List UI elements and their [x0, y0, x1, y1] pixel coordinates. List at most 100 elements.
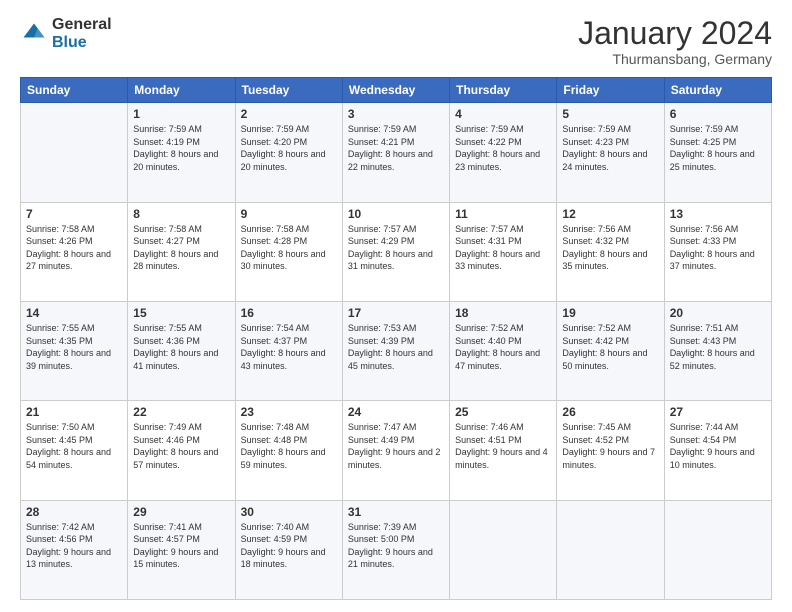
cell-4-4 [450, 500, 557, 599]
day-number-31: 31 [348, 505, 444, 519]
cell-2-5: 19 Sunrise: 7:52 AMSunset: 4:42 PMDayligh… [557, 301, 664, 400]
header-friday: Friday [557, 78, 664, 103]
day-info-22: Sunrise: 7:49 AMSunset: 4:46 PMDaylight:… [133, 421, 229, 471]
day-number-3: 3 [348, 107, 444, 121]
day-info-9: Sunrise: 7:58 AMSunset: 4:28 PMDaylight:… [241, 223, 337, 273]
day-number-10: 10 [348, 207, 444, 221]
cell-2-1: 15Sunrise: 7:55 AMSunset: 4:36 PMDayligh… [128, 301, 235, 400]
cell-2-4: 18Sunrise: 7:52 AMSunset: 4:40 PMDayligh… [450, 301, 557, 400]
cell-2-0: 14Sunrise: 7:55 AMSunset: 4:35 PMDayligh… [21, 301, 128, 400]
day-info-16: Sunrise: 7:54 AMSunset: 4:37 PMDaylight:… [241, 322, 337, 372]
header-thursday: Thursday [450, 78, 557, 103]
week-row-2: 14Sunrise: 7:55 AMSunset: 4:35 PMDayligh… [21, 301, 772, 400]
day-info-31: Sunrise: 7:39 AMSunset: 5:00 PMDaylight:… [348, 521, 444, 571]
logo-text: General Blue [52, 16, 112, 51]
calendar-table: Sunday Monday Tuesday Wednesday Thursday… [20, 77, 772, 600]
day-number-11: 11 [455, 207, 551, 221]
day-number-30: 30 [241, 505, 337, 519]
cell-1-2: 9 Sunrise: 7:58 AMSunset: 4:28 PMDaylight… [235, 202, 342, 301]
day-info-7: Sunrise: 7:58 AMSunset: 4:26 PMDaylight:… [26, 223, 122, 273]
cell-4-2: 30 Sunrise: 7:40 AMSunset: 4:59 PMDayligh… [235, 500, 342, 599]
day-number-23: 23 [241, 405, 337, 419]
day-info-19: Sunrise: 7:52 AMSunset: 4:42 PMDaylight:… [562, 322, 658, 372]
month-title: January 2024 [578, 16, 772, 51]
cell-4-1: 29Sunrise: 7:41 AMSunset: 4:57 PMDayligh… [128, 500, 235, 599]
cell-0-4: 4 Sunrise: 7:59 AMSunset: 4:22 PMDaylight… [450, 103, 557, 202]
day-number-8: 8 [133, 207, 229, 221]
cell-3-0: 21 Sunrise: 7:50 AMSunset: 4:45 PMDayligh… [21, 401, 128, 500]
cell-3-3: 24Sunrise: 7:47 AMSunset: 4:49 PMDayligh… [342, 401, 449, 500]
cell-0-5: 5 Sunrise: 7:59 AMSunset: 4:23 PMDaylight… [557, 103, 664, 202]
cell-2-6: 20 Sunrise: 7:51 AMSunset: 4:43 PMDayligh… [664, 301, 771, 400]
day-info-25: Sunrise: 7:46 AMSunset: 4:51 PMDaylight:… [455, 421, 551, 471]
day-number-27: 27 [670, 405, 766, 419]
day-info-8: Sunrise: 7:58 AMSunset: 4:27 PMDaylight:… [133, 223, 229, 273]
day-number-9: 9 [241, 207, 337, 221]
cell-4-6 [664, 500, 771, 599]
day-info-21: Sunrise: 7:50 AMSunset: 4:45 PMDaylight:… [26, 421, 122, 471]
header-tuesday: Tuesday [235, 78, 342, 103]
day-info-30: Sunrise: 7:40 AMSunset: 4:59 PMDaylight:… [241, 521, 337, 571]
day-number-17: 17 [348, 306, 444, 320]
day-number-7: 7 [26, 207, 122, 221]
day-number-13: 13 [670, 207, 766, 221]
cell-3-4: 25Sunrise: 7:46 AMSunset: 4:51 PMDayligh… [450, 401, 557, 500]
cell-3-2: 23 Sunrise: 7:48 AMSunset: 4:48 PMDayligh… [235, 401, 342, 500]
header-monday: Monday [128, 78, 235, 103]
cell-0-3: 3 Sunrise: 7:59 AMSunset: 4:21 PMDaylight… [342, 103, 449, 202]
cell-3-6: 27Sunrise: 7:44 AMSunset: 4:54 PMDayligh… [664, 401, 771, 500]
cell-0-2: 2Sunrise: 7:59 AMSunset: 4:20 PMDaylight… [235, 103, 342, 202]
logo: General Blue [20, 16, 112, 51]
day-info-23: Sunrise: 7:48 AMSunset: 4:48 PMDaylight:… [241, 421, 337, 471]
day-number-4: 4 [455, 107, 551, 121]
days-row: Sunday Monday Tuesday Wednesday Thursday… [21, 78, 772, 103]
day-info-5: Sunrise: 7:59 AMSunset: 4:23 PMDaylight:… [562, 123, 658, 173]
day-info-29: Sunrise: 7:41 AMSunset: 4:57 PMDaylight:… [133, 521, 229, 571]
logo-icon [20, 20, 48, 48]
day-number-5: 5 [562, 107, 658, 121]
day-info-4: Sunrise: 7:59 AMSunset: 4:22 PMDaylight:… [455, 123, 551, 173]
day-info-3: Sunrise: 7:59 AMSunset: 4:21 PMDaylight:… [348, 123, 444, 173]
cell-1-6: 13 Sunrise: 7:56 AMSunset: 4:33 PMDayligh… [664, 202, 771, 301]
day-number-24: 24 [348, 405, 444, 419]
day-info-13: Sunrise: 7:56 AMSunset: 4:33 PMDaylight:… [670, 223, 766, 273]
cell-4-0: 28Sunrise: 7:42 AMSunset: 4:56 PMDayligh… [21, 500, 128, 599]
page-header: General Blue January 2024 Thurmansbang, … [20, 16, 772, 67]
calendar-header: Sunday Monday Tuesday Wednesday Thursday… [21, 78, 772, 103]
day-number-21: 21 [26, 405, 122, 419]
day-number-20: 20 [670, 306, 766, 320]
cell-3-5: 26Sunrise: 7:45 AMSunset: 4:52 PMDayligh… [557, 401, 664, 500]
day-info-14: Sunrise: 7:55 AMSunset: 4:35 PMDaylight:… [26, 322, 122, 372]
day-number-19: 19 [562, 306, 658, 320]
cell-1-5: 12 Sunrise: 7:56 AMSunset: 4:32 PMDayligh… [557, 202, 664, 301]
day-number-28: 28 [26, 505, 122, 519]
day-info-20: Sunrise: 7:51 AMSunset: 4:43 PMDaylight:… [670, 322, 766, 372]
day-info-1: Sunrise: 7:59 AMSunset: 4:19 PMDaylight:… [133, 123, 229, 173]
calendar-page: General Blue January 2024 Thurmansbang, … [0, 0, 792, 612]
week-row-0: 1 Sunrise: 7:59 AMSunset: 4:19 PMDaylight… [21, 103, 772, 202]
day-number-12: 12 [562, 207, 658, 221]
cell-2-3: 17 Sunrise: 7:53 AMSunset: 4:39 PMDayligh… [342, 301, 449, 400]
logo-general-text: General [52, 16, 112, 34]
calendar-body: 1 Sunrise: 7:59 AMSunset: 4:19 PMDaylight… [21, 103, 772, 600]
day-info-11: Sunrise: 7:57 AMSunset: 4:31 PMDaylight:… [455, 223, 551, 273]
cell-1-1: 8 Sunrise: 7:58 AMSunset: 4:27 PMDaylight… [128, 202, 235, 301]
day-info-12: Sunrise: 7:56 AMSunset: 4:32 PMDaylight:… [562, 223, 658, 273]
day-info-10: Sunrise: 7:57 AMSunset: 4:29 PMDaylight:… [348, 223, 444, 273]
logo-blue-text: Blue [52, 34, 112, 52]
day-number-1: 1 [133, 107, 229, 121]
day-number-16: 16 [241, 306, 337, 320]
day-info-17: Sunrise: 7:53 AMSunset: 4:39 PMDaylight:… [348, 322, 444, 372]
header-saturday: Saturday [664, 78, 771, 103]
cell-0-0 [21, 103, 128, 202]
week-row-4: 28Sunrise: 7:42 AMSunset: 4:56 PMDayligh… [21, 500, 772, 599]
cell-4-5 [557, 500, 664, 599]
day-number-18: 18 [455, 306, 551, 320]
day-info-6: Sunrise: 7:59 AMSunset: 4:25 PMDaylight:… [670, 123, 766, 173]
day-info-26: Sunrise: 7:45 AMSunset: 4:52 PMDaylight:… [562, 421, 658, 471]
day-info-2: Sunrise: 7:59 AMSunset: 4:20 PMDaylight:… [241, 123, 337, 173]
week-row-3: 21 Sunrise: 7:50 AMSunset: 4:45 PMDayligh… [21, 401, 772, 500]
cell-1-0: 7 Sunrise: 7:58 AMSunset: 4:26 PMDaylight… [21, 202, 128, 301]
week-row-1: 7 Sunrise: 7:58 AMSunset: 4:26 PMDaylight… [21, 202, 772, 301]
cell-2-2: 16 Sunrise: 7:54 AMSunset: 4:37 PMDayligh… [235, 301, 342, 400]
